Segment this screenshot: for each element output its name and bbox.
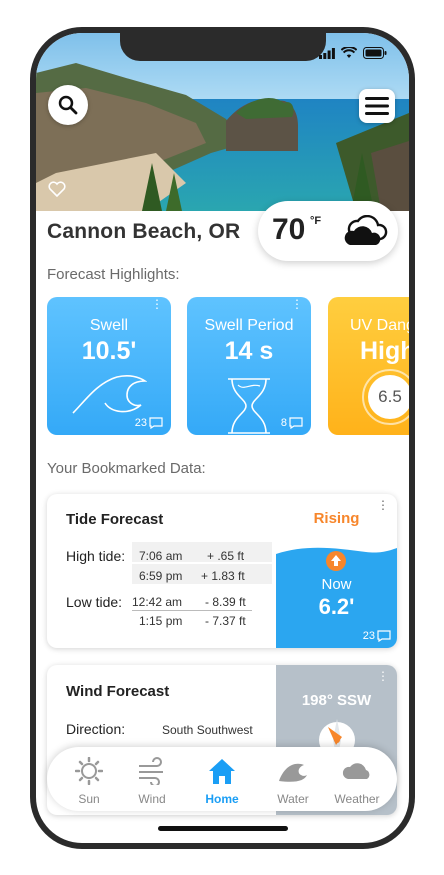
- home-icon: [209, 759, 235, 784]
- comment-icon: [377, 630, 391, 642]
- tide-title: Tide Forecast: [66, 511, 164, 528]
- bookmarked-heading: Your Bookmarked Data:: [47, 460, 206, 477]
- low-tide-change: - 7.37 ft: [205, 614, 246, 628]
- device-notch: [120, 33, 326, 61]
- card-label: Swell: [89, 317, 129, 334]
- card-value: High: [360, 337, 409, 365]
- search-icon: [58, 95, 78, 115]
- menu-button[interactable]: [359, 89, 395, 123]
- tab-label: Home: [205, 792, 239, 806]
- hourglass-icon: [228, 378, 270, 434]
- tide-trend: Rising: [313, 510, 360, 527]
- tab-weather[interactable]: Weather: [325, 757, 389, 806]
- hamburger-icon: [365, 97, 389, 115]
- temp-unit: °F: [310, 215, 322, 227]
- forecast-highlights-heading: Forecast Highlights:: [47, 266, 180, 283]
- phone-frame: Cannon Beach, OR 70 °F Forecast Highligh…: [30, 27, 415, 849]
- high-tide-time: 7:06 am: [139, 549, 183, 563]
- current-weather-pill[interactable]: 70 °F: [258, 201, 398, 261]
- signal-icon: [319, 47, 335, 59]
- bottom-tab-bar: Sun Wind Home Water Weather: [47, 747, 397, 811]
- comment-count[interactable]: 8: [281, 417, 303, 429]
- direction-label: Direction:: [66, 721, 126, 737]
- comment-count-value: 23: [134, 417, 147, 429]
- tab-label: Wind: [138, 792, 166, 806]
- cloudy-icon: [344, 215, 388, 245]
- now-value: 6.2': [318, 594, 355, 619]
- uv-gauge-value: 6.5: [368, 375, 409, 419]
- comment-count[interactable]: 23: [135, 417, 163, 429]
- wind-heading: 198° SSW: [301, 692, 372, 709]
- current-temp: 70: [272, 213, 306, 246]
- comment-count[interactable]: 23: [363, 630, 391, 642]
- swell-card[interactable]: ⋮ Swell 10.5' 23: [47, 297, 171, 435]
- wave-icon: [279, 763, 307, 782]
- high-tide-time: 6:59 pm: [139, 569, 183, 583]
- more-icon[interactable]: ⋮: [291, 298, 303, 310]
- now-label: Now: [321, 576, 352, 593]
- low-tide-time: 12:42 am: [132, 595, 183, 609]
- low-tide-time: 1:15 pm: [139, 614, 183, 628]
- high-tide-label: High tide:: [66, 548, 126, 564]
- tab-label: Weather: [334, 792, 380, 806]
- wind-icon: [139, 757, 163, 787]
- uv-danger-card[interactable]: UV Dang High 6.5: [328, 297, 409, 435]
- tab-sun[interactable]: Sun: [57, 756, 121, 806]
- more-icon[interactable]: ⋮: [151, 298, 163, 310]
- wifi-icon: [341, 47, 357, 58]
- swell-period-card[interactable]: ⋮ Swell Period 14 s 8: [187, 297, 311, 435]
- card-value: 14 s: [224, 337, 274, 365]
- card-label: UV Dang: [350, 317, 409, 334]
- card-label: Swell Period: [204, 317, 294, 334]
- favorite-button[interactable]: [48, 181, 66, 202]
- tab-wind[interactable]: Wind: [120, 757, 184, 806]
- battery-icon: [363, 47, 387, 59]
- card-value: 10.5': [81, 337, 137, 365]
- status-bar: [319, 47, 387, 59]
- comment-icon: [149, 417, 163, 429]
- wave-icon: [72, 374, 147, 414]
- comment-icon: [289, 417, 303, 429]
- divider: [132, 610, 252, 611]
- more-icon[interactable]: ⋮: [377, 669, 389, 683]
- high-tide-change: + .65 ft: [207, 549, 245, 563]
- arrow-up-icon: [326, 551, 346, 571]
- comment-count-value: 8: [280, 417, 287, 429]
- high-tide-change: + 1.83 ft: [201, 569, 245, 583]
- app-screen: Cannon Beach, OR 70 °F Forecast Highligh…: [36, 33, 409, 843]
- tab-label: Sun: [78, 792, 100, 806]
- low-tide-change: - 8.39 ft: [205, 595, 246, 609]
- search-button[interactable]: [48, 85, 88, 125]
- tab-label: Water: [277, 792, 309, 806]
- tide-forecast-card[interactable]: Tide Forecast High tide: 7:06 am + .65 f…: [47, 494, 397, 648]
- tide-now-panel[interactable]: ⋮ Rising Now 6.2' 23: [276, 494, 397, 648]
- direction-value: South Southwest: [162, 723, 253, 737]
- tab-water[interactable]: Water: [261, 757, 325, 806]
- wind-title: Wind Forecast: [66, 683, 170, 700]
- location-title: Cannon Beach, OR: [47, 220, 241, 243]
- low-tide-label: Low tide:: [66, 594, 123, 610]
- sun-icon: [74, 756, 104, 786]
- home-indicator: [158, 826, 288, 831]
- comment-count-value: 23: [362, 630, 375, 642]
- heart-icon: [48, 181, 66, 198]
- tab-home[interactable]: Home: [190, 757, 254, 806]
- cloud-icon: [342, 763, 370, 779]
